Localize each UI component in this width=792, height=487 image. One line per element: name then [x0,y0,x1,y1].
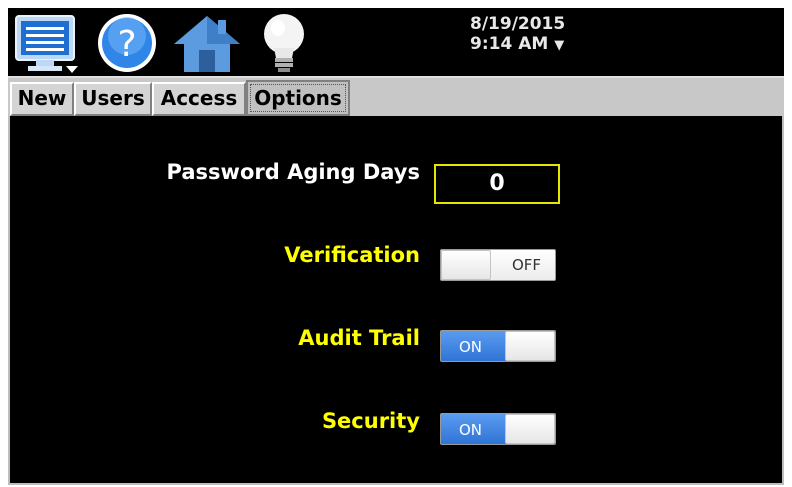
tab-users[interactable]: Users [74,82,152,116]
verification-label: Verification [284,243,420,267]
help-icon[interactable]: ? [94,12,160,74]
tab-strip: New Users Access Options [8,76,784,116]
monitor-menu-icon[interactable] [14,12,80,74]
password-aging-field[interactable]: 0 [434,164,560,204]
home-icon[interactable] [172,12,242,74]
tab-new[interactable]: New [10,82,74,116]
security-label: Security [321,409,420,433]
chevron-down-icon: ▼ [554,38,565,53]
date-time-display[interactable]: 8/19/2015 9:14 AM ▼ [470,14,565,56]
time-text: 9:14 AM [470,34,549,54]
toggle-knob [505,331,555,361]
date-text: 8/19/2015 [470,14,566,34]
options-panel: Password Aging Days 0 Verification OFF A… [8,116,784,485]
password-aging-label: Password Aging Days [166,160,420,184]
lightbulb-icon[interactable] [256,12,312,74]
audit-trail-label: Audit Trail [298,326,420,350]
svg-text:?: ? [117,24,136,65]
audit-trail-toggle[interactable]: ON [440,330,556,362]
top-bar: ? 8/19/2015 9:14 AM ▼ [8,8,784,76]
verification-toggle[interactable]: OFF [440,249,556,281]
tab-access[interactable]: Access [152,82,246,116]
tab-options-label: Options [250,84,346,112]
toggle-state-text: OFF [511,256,541,274]
toggle-state-text: ON [459,338,483,356]
toggle-knob [505,414,555,444]
tab-options[interactable]: Options [246,80,350,116]
toggle-state-text: ON [459,421,483,439]
hmi-screen: ? 8/19/2015 9:14 AM ▼ New Users Access O… [8,8,784,485]
toggle-knob [441,250,491,280]
security-toggle[interactable]: ON [440,413,556,445]
